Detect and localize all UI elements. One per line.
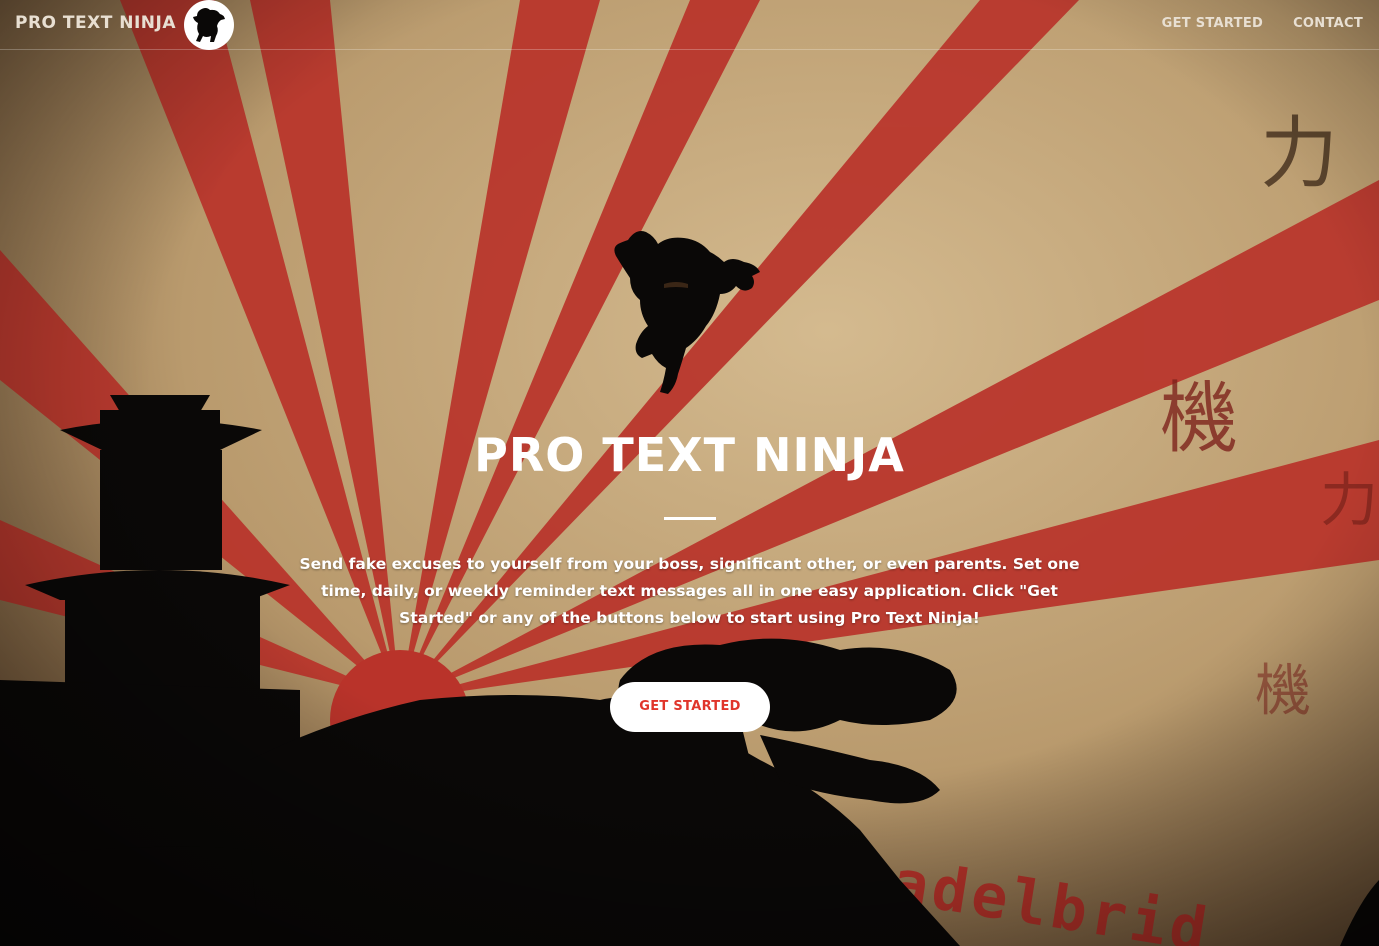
jumping-ninja-icon (606, 222, 766, 397)
brand-link[interactable]: PRO TEXT NINJA (15, 13, 176, 33)
nav-contact-link[interactable]: CONTACT (1293, 16, 1363, 31)
nav-get-started-link[interactable]: GET STARTED (1162, 16, 1264, 31)
ninja-logo-icon[interactable] (184, 0, 234, 50)
hero-description: Send fake excuses to yourself from your … (299, 555, 1080, 627)
top-navbar: PRO TEXT NINJA GET STARTED CONTACT (0, 0, 1379, 50)
hero-divider (664, 517, 716, 520)
landing-page: 力 機 力 機 sadelbrid (0, 0, 1379, 946)
get-started-button[interactable]: GET STARTED (610, 682, 770, 732)
hero-title: PRO TEXT NINJA (474, 428, 905, 482)
nav-links: GET STARTED CONTACT (1162, 16, 1363, 31)
